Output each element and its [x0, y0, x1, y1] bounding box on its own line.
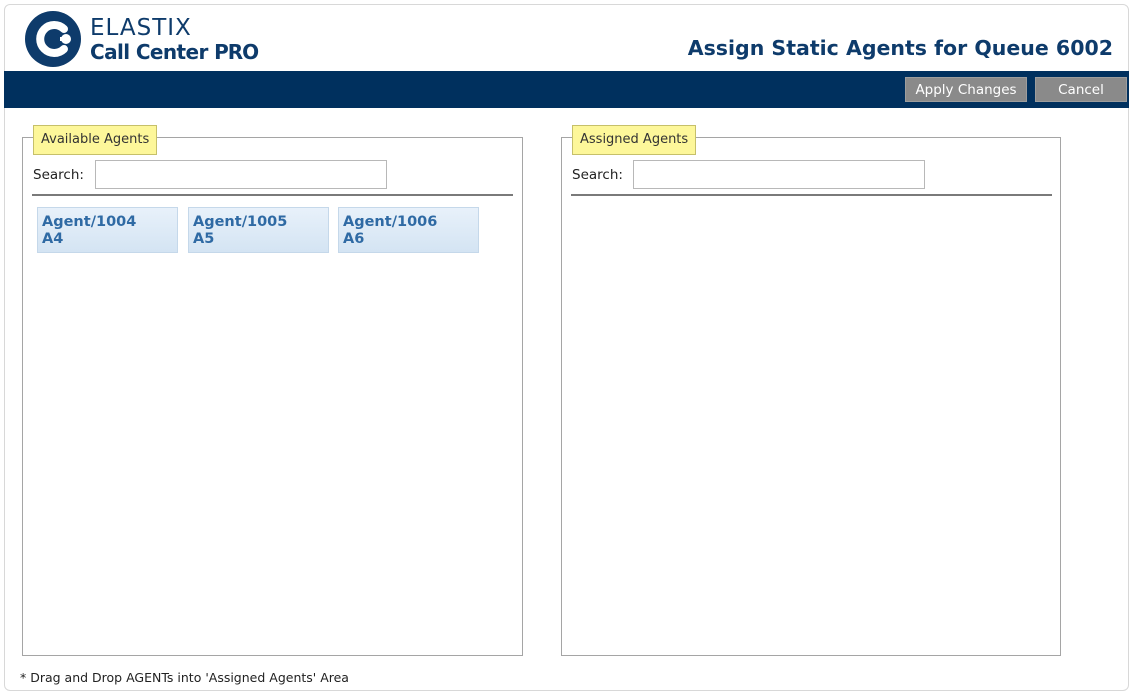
- assigned-divider: [571, 194, 1052, 196]
- logo-text-bottom: Call Center PRO: [90, 40, 259, 64]
- agent-card[interactable]: Agent/1005 A5: [188, 207, 329, 253]
- logo-text-top: ELASTIX: [90, 15, 192, 41]
- available-agents-panel[interactable]: Available Agents Search: Agent/1004 A4 A…: [22, 125, 523, 656]
- cancel-button[interactable]: Cancel: [1035, 77, 1127, 102]
- available-search-label: Search:: [33, 167, 84, 183]
- elastix-logo: ELASTIX Call Center PRO: [24, 10, 284, 68]
- available-search-input[interactable]: [95, 160, 387, 189]
- agent-name: A5: [193, 231, 215, 247]
- page-title: Assign Static Agents for Queue 6002: [687, 36, 1113, 60]
- agent-card[interactable]: Agent/1004 A4: [37, 207, 178, 253]
- assigned-agents-panel[interactable]: Assigned Agents Search:: [561, 125, 1061, 656]
- toolbar: Apply Changes Cancel: [4, 71, 1129, 108]
- assigned-search-label: Search:: [572, 167, 623, 183]
- agent-id: Agent/1004: [42, 214, 137, 230]
- agent-card[interactable]: Agent/1006 A6: [338, 207, 479, 253]
- drag-drop-hint: * Drag and Drop AGENTs into 'Assigned Ag…: [20, 670, 349, 685]
- elastix-logo-icon: [25, 11, 81, 67]
- agent-name: A6: [343, 231, 365, 247]
- agent-id: Agent/1006: [343, 214, 438, 230]
- logo-text-pro: PRO: [214, 40, 259, 64]
- assigned-agents-legend: Assigned Agents: [572, 125, 697, 155]
- apply-changes-button[interactable]: Apply Changes: [905, 77, 1027, 102]
- logo-text-callcenter: Call Center: [90, 40, 215, 64]
- agent-id: Agent/1005: [193, 214, 288, 230]
- agent-name: A4: [42, 231, 64, 247]
- available-divider: [32, 194, 513, 196]
- available-agents-legend: Available Agents: [33, 125, 158, 155]
- assigned-search-input[interactable]: [633, 160, 925, 189]
